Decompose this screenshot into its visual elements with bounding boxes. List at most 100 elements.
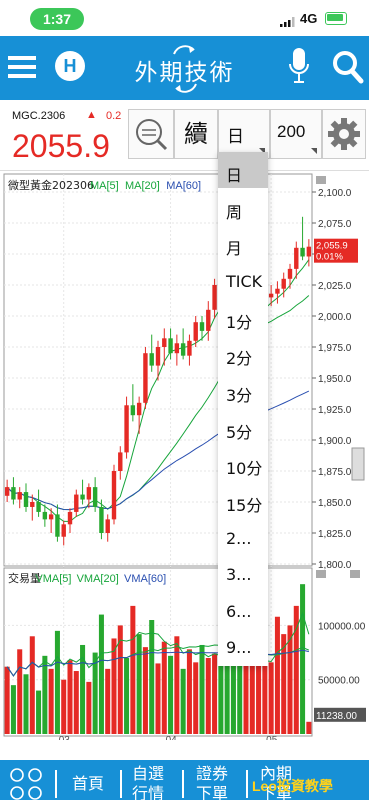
candle-body bbox=[17, 492, 22, 500]
price-legend: MA[5] bbox=[90, 180, 119, 192]
count-value: 200 bbox=[277, 122, 306, 141]
dropdown-item[interactable]: 月 bbox=[226, 235, 268, 259]
volume-legend: VMA[60] bbox=[124, 573, 166, 585]
volume-bar bbox=[130, 605, 136, 734]
volume-bar bbox=[174, 636, 180, 734]
settings-button[interactable] bbox=[322, 109, 366, 159]
microphone-icon[interactable] bbox=[288, 48, 310, 88]
price-legend: MA[20] bbox=[125, 180, 160, 192]
volume-bar bbox=[155, 663, 161, 734]
continuous-label: 續 bbox=[184, 120, 208, 148]
network-label: 4G bbox=[300, 11, 318, 26]
volume-bar bbox=[243, 662, 249, 734]
dropdown-item[interactable]: TICK bbox=[226, 272, 268, 291]
technical-chart[interactable]: 2,100.02,075.02,050.02,025.02,000.01,975… bbox=[0, 172, 369, 740]
volume-bar bbox=[67, 660, 73, 734]
nav-watchlist[interactable]: 自選行情 bbox=[128, 764, 168, 804]
candle-body bbox=[11, 487, 16, 500]
last-change-tag-label: 0.01% bbox=[316, 252, 343, 263]
nav-securities-order[interactable]: 證券下單 bbox=[192, 764, 232, 804]
dropdown-item[interactable]: 1分 bbox=[226, 309, 268, 333]
zoom-button[interactable] bbox=[128, 109, 174, 159]
candle-body bbox=[287, 268, 293, 279]
nav-home[interactable]: 首頁 bbox=[62, 764, 114, 804]
dropdown-item[interactable]: 3分 bbox=[226, 382, 268, 406]
period-value: 日 bbox=[227, 127, 244, 147]
volume-tick-label: 50000.00 bbox=[318, 676, 360, 687]
candle-body bbox=[99, 506, 104, 533]
candle-body bbox=[48, 514, 54, 520]
last-price: 2055.9 bbox=[12, 128, 110, 164]
dropdown-arrow-icon bbox=[311, 148, 317, 154]
magnifier-icon bbox=[136, 119, 168, 151]
candle-body bbox=[55, 514, 60, 537]
quote-row: MGC.2306 ▲ 0.2 2055.9 續 日 200 bbox=[0, 100, 369, 171]
volume-bar bbox=[224, 655, 230, 734]
candle-body bbox=[168, 338, 173, 354]
candle-body bbox=[118, 452, 123, 471]
volume-bar bbox=[256, 664, 262, 734]
volume-legend: VMA[5] bbox=[35, 573, 71, 585]
volume-bar bbox=[54, 630, 60, 734]
candle-body bbox=[30, 502, 35, 507]
candle-body bbox=[268, 293, 274, 298]
volume-bar bbox=[29, 636, 35, 734]
price-tick-label: 1,900.0 bbox=[318, 436, 352, 447]
count-select[interactable]: 200 bbox=[270, 109, 322, 159]
volume-bar bbox=[168, 655, 174, 734]
candle-body bbox=[136, 402, 142, 416]
volume-bar bbox=[205, 658, 211, 734]
price-tick-label: 1,975.0 bbox=[318, 343, 352, 354]
scroll-handle[interactable] bbox=[351, 447, 365, 481]
pane-menu-icon[interactable] bbox=[316, 570, 326, 578]
volume-bar bbox=[180, 668, 186, 734]
price-title: 微型黃金202306 bbox=[8, 178, 94, 192]
dropdown-item[interactable]: 周 bbox=[226, 199, 268, 223]
nav-divider bbox=[120, 770, 122, 798]
price-tick-label: 2,100.0 bbox=[318, 188, 352, 199]
pane-menu-icon[interactable] bbox=[350, 570, 360, 578]
status-bar: 1:37 4G bbox=[0, 0, 369, 36]
candle-body bbox=[193, 322, 198, 341]
search-icon[interactable] bbox=[332, 50, 364, 84]
candle-body bbox=[174, 343, 180, 354]
dropdown-item[interactable]: 3... bbox=[226, 565, 268, 584]
dropdown-item[interactable]: 15分 bbox=[226, 492, 268, 516]
x-tick-label: 03 bbox=[59, 735, 71, 740]
candle-body bbox=[86, 487, 92, 500]
candle-body bbox=[74, 494, 79, 512]
candle-body bbox=[294, 247, 299, 269]
volume-bar bbox=[274, 616, 280, 734]
volume-bar bbox=[117, 625, 123, 734]
dropdown-item[interactable]: 2分 bbox=[226, 345, 268, 369]
refresh-arrows-icon[interactable] bbox=[170, 42, 200, 94]
change-arrow-icon: ▲ bbox=[86, 109, 97, 121]
price-tick-label: 2,000.0 bbox=[318, 312, 352, 323]
candle-body bbox=[281, 278, 286, 289]
status-time: 1:37 bbox=[30, 8, 84, 30]
app-header: H 外期技術 bbox=[0, 36, 369, 100]
candle-body bbox=[36, 502, 41, 512]
volume-bar bbox=[237, 658, 243, 734]
pane-menu-icon[interactable] bbox=[316, 176, 326, 184]
candle-body bbox=[180, 343, 186, 356]
continuous-button[interactable]: 續 bbox=[174, 109, 218, 159]
dropdown-item[interactable]: 日 bbox=[226, 162, 268, 186]
candle-body bbox=[111, 471, 117, 520]
dropdown-item[interactable]: 10分 bbox=[226, 455, 268, 479]
volume-tick-label: 100000.00 bbox=[318, 621, 366, 632]
volume-bar bbox=[300, 584, 306, 734]
volume-bar bbox=[10, 685, 16, 734]
candle-body bbox=[187, 340, 192, 356]
nav-divider bbox=[55, 770, 57, 798]
candle-body bbox=[275, 288, 280, 294]
dropdown-item[interactable]: 2... bbox=[226, 529, 268, 548]
candle-body bbox=[130, 405, 136, 416]
more-circles-icon[interactable] bbox=[8, 766, 46, 800]
dropdown-item[interactable]: 9... bbox=[226, 638, 268, 657]
nav-divider bbox=[246, 770, 248, 798]
volume-bar bbox=[23, 674, 29, 734]
dropdown-item[interactable]: 5分 bbox=[226, 419, 268, 443]
candle-body bbox=[149, 353, 154, 366]
dropdown-item[interactable]: 6... bbox=[226, 602, 268, 621]
